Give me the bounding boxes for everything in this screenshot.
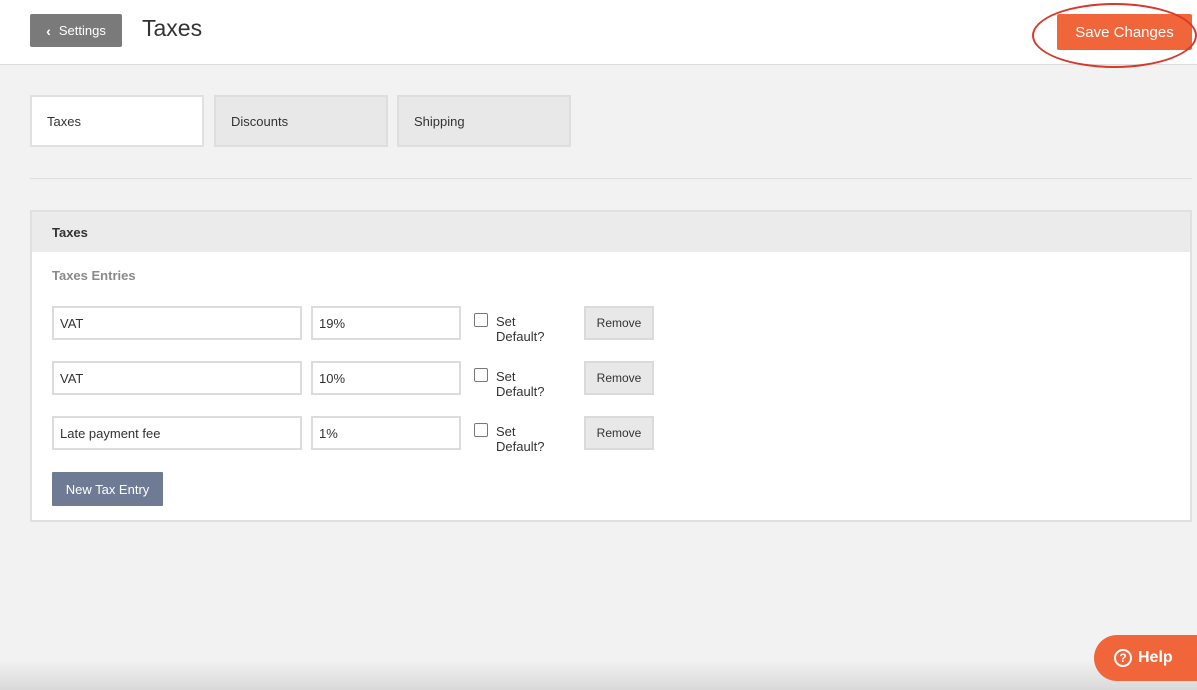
set-default-checkbox[interactable] [474, 368, 488, 382]
set-default-checkbox[interactable] [474, 423, 488, 437]
set-default-label: Set Default? [496, 424, 545, 454]
tab-taxes[interactable]: Taxes [30, 95, 204, 147]
panel-title: Taxes [32, 212, 1190, 252]
remove-button[interactable]: Remove [584, 416, 654, 450]
tab-label: Taxes [47, 113, 81, 129]
back-to-settings-button[interactable]: ‹ Settings [30, 14, 122, 47]
tab-shipping[interactable]: Shipping [397, 95, 571, 147]
save-changes-button[interactable]: Save Changes [1057, 14, 1192, 50]
tax-rate-input[interactable] [311, 306, 461, 340]
tab-label: Discounts [231, 113, 289, 129]
set-default-checkbox[interactable] [474, 313, 488, 327]
chevron-left-icon: ‹ [46, 22, 51, 39]
bottom-shadow [0, 660, 1197, 690]
set-default-label: Set Default? [496, 314, 545, 344]
remove-button[interactable]: Remove [584, 306, 654, 340]
tax-rate-input[interactable] [311, 416, 461, 450]
new-tax-entry-button[interactable]: New Tax Entry [52, 472, 163, 506]
remove-button[interactable]: Remove [584, 361, 654, 395]
section-label: Taxes Entries [52, 268, 136, 283]
top-bar: ‹ Settings Taxes Save Changes [0, 0, 1197, 68]
tax-name-input[interactable] [52, 306, 302, 340]
help-label: Help [1138, 649, 1173, 666]
question-circle-icon: ? [1114, 649, 1132, 667]
back-button-label: Settings [58, 23, 106, 38]
tab-discounts[interactable]: Discounts [214, 95, 388, 147]
divider [30, 178, 1192, 179]
taxes-panel: Taxes Taxes Entries Set Default? Remove … [30, 210, 1192, 522]
tax-name-input[interactable] [52, 361, 302, 395]
help-button[interactable]: ? Help [1094, 635, 1197, 681]
tab-label: Shipping [414, 113, 465, 129]
set-default-label: Set Default? [496, 369, 545, 399]
tax-rate-input[interactable] [311, 361, 461, 395]
page-title: Taxes [142, 15, 203, 41]
tax-name-input[interactable] [52, 416, 302, 450]
